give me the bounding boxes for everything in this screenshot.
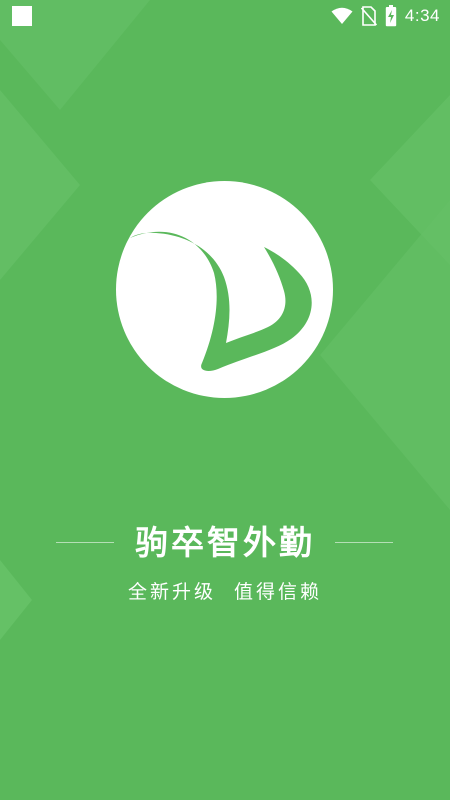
battery-charging-icon [385, 5, 397, 27]
wifi-icon [331, 7, 353, 24]
y-leaf-logo-icon [116, 181, 333, 398]
no-sim-icon [360, 6, 377, 26]
title-divider-right [335, 542, 393, 543]
title-row: 驹卒智外勤 [0, 518, 450, 568]
splash-screen: 4:34 驹卒智外勤 全新升级 值得信赖 [0, 0, 450, 800]
app-logo [116, 181, 333, 398]
status-bar: 4:34 [0, 0, 450, 32]
app-title: 驹卒智外勤 [135, 523, 315, 562]
background-pattern [0, 0, 450, 640]
status-icons: 4:34 [331, 5, 440, 27]
status-time: 4:34 [404, 6, 440, 25]
app-subtitle: 全新升级 值得信赖 [127, 581, 323, 603]
notification-square-icon [12, 6, 32, 26]
